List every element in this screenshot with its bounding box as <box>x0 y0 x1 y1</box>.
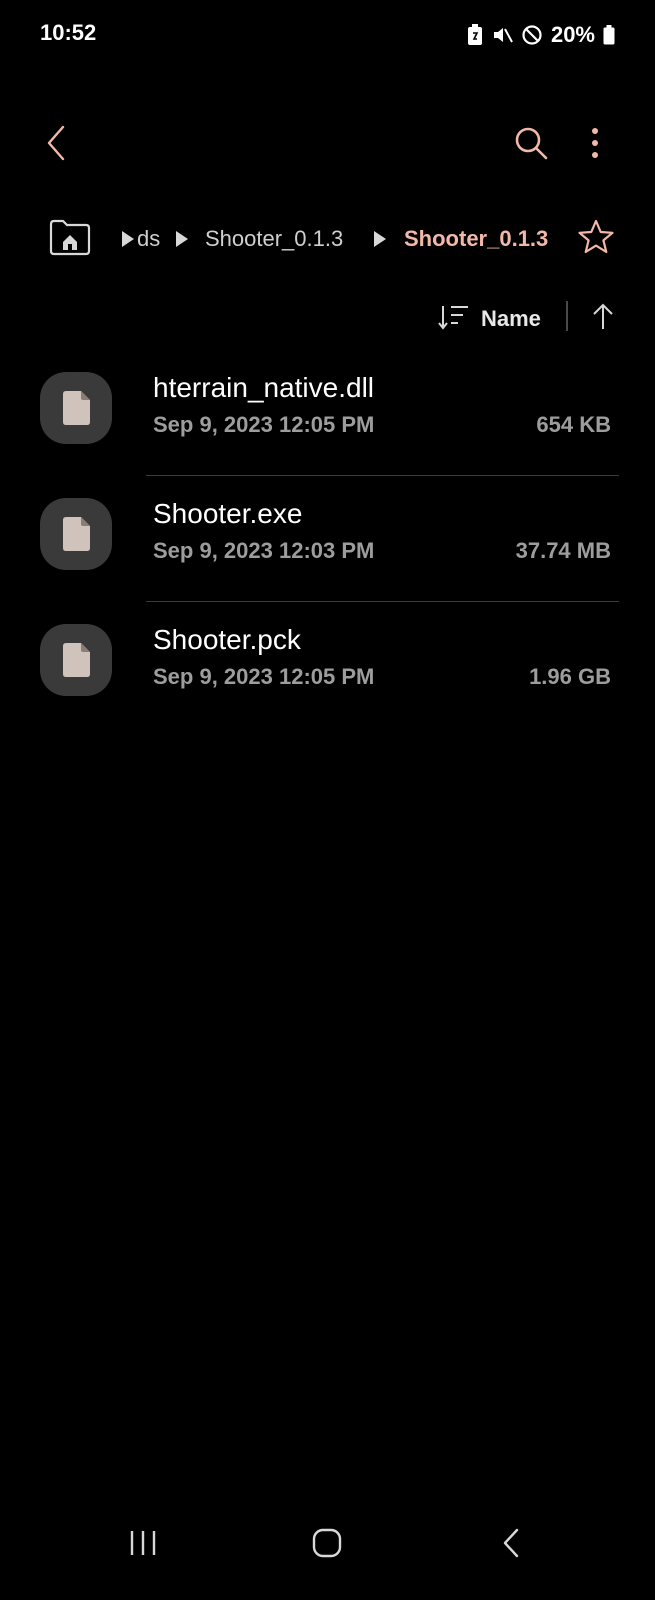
file-size: 37.74 MB <box>515 538 611 563</box>
breadcrumb-item-downloads[interactable]: ds <box>137 226 160 252</box>
battery-icon <box>603 25 615 45</box>
file-name: hterrain_native.dll <box>153 372 375 403</box>
status-bar: 10:52 20% <box>0 0 655 70</box>
do-not-disturb-icon <box>521 24 543 46</box>
home-button[interactable] <box>302 1518 352 1568</box>
breadcrumb-separator-icon <box>176 231 188 247</box>
sort-direction-button[interactable] <box>586 299 620 333</box>
battery-percent: 20% <box>550 22 595 47</box>
mute-icon <box>491 24 513 46</box>
sort-divider <box>566 301 568 331</box>
breadcrumb: ds Shooter_0.1.3 Shooter_0.1.3 <box>0 210 655 270</box>
star-outline-icon <box>578 219 614 254</box>
file-name: Shooter.exe <box>153 498 303 529</box>
file-icon <box>40 498 112 570</box>
file-date: Sep 9, 2023 12:03 PM <box>153 538 375 563</box>
file-size: 1.96 GB <box>529 664 611 689</box>
home-folder-icon <box>49 219 91 256</box>
chevron-left-icon <box>47 125 65 161</box>
breadcrumb-separator-icon <box>374 231 386 247</box>
file-list-item[interactable]: hterrain_native.dll Sep 9, 2023 12:05 PM… <box>0 352 655 476</box>
home-folder-button[interactable] <box>46 217 94 257</box>
navigation-bar <box>0 1490 655 1600</box>
more-options-button[interactable] <box>580 120 610 166</box>
more-vertical-icon <box>592 128 598 158</box>
home-icon <box>312 1528 342 1558</box>
search-icon <box>515 127 548 160</box>
file-size: 654 KB <box>536 412 611 437</box>
status-icons: 20% <box>467 20 615 50</box>
recents-button[interactable] <box>118 1518 168 1568</box>
battery-saver-icon <box>467 24 483 46</box>
nav-back-button[interactable] <box>486 1518 536 1568</box>
sort-button[interactable] <box>436 299 472 335</box>
file-icon <box>40 372 112 444</box>
arrow-up-icon <box>593 303 613 329</box>
sort-icon <box>438 306 468 330</box>
back-icon <box>503 1528 519 1558</box>
sort-label[interactable]: Name <box>481 306 541 332</box>
file-list-item[interactable]: Shooter.exe Sep 9, 2023 12:03 PM 37.74 M… <box>0 478 655 602</box>
breadcrumb-separator-icon <box>122 231 134 247</box>
recents-icon <box>130 1531 156 1555</box>
favorite-button[interactable] <box>574 215 618 259</box>
divider <box>146 475 619 476</box>
file-list-item[interactable]: Shooter.pck Sep 9, 2023 12:05 PM 1.96 GB <box>0 604 655 728</box>
divider <box>146 601 619 602</box>
file-name: Shooter.pck <box>153 624 301 655</box>
status-time: 10:52 <box>40 20 97 45</box>
breadcrumb-item-shooter-parent[interactable]: Shooter_0.1.3 <box>205 226 343 252</box>
file-icon <box>40 624 112 696</box>
sort-bar: Name <box>0 295 655 345</box>
back-button[interactable] <box>36 118 76 168</box>
search-button[interactable] <box>508 120 554 166</box>
breadcrumb-item-current[interactable]: Shooter_0.1.3 <box>404 226 548 252</box>
file-date: Sep 9, 2023 12:05 PM <box>153 664 375 689</box>
file-date: Sep 9, 2023 12:05 PM <box>153 412 375 437</box>
